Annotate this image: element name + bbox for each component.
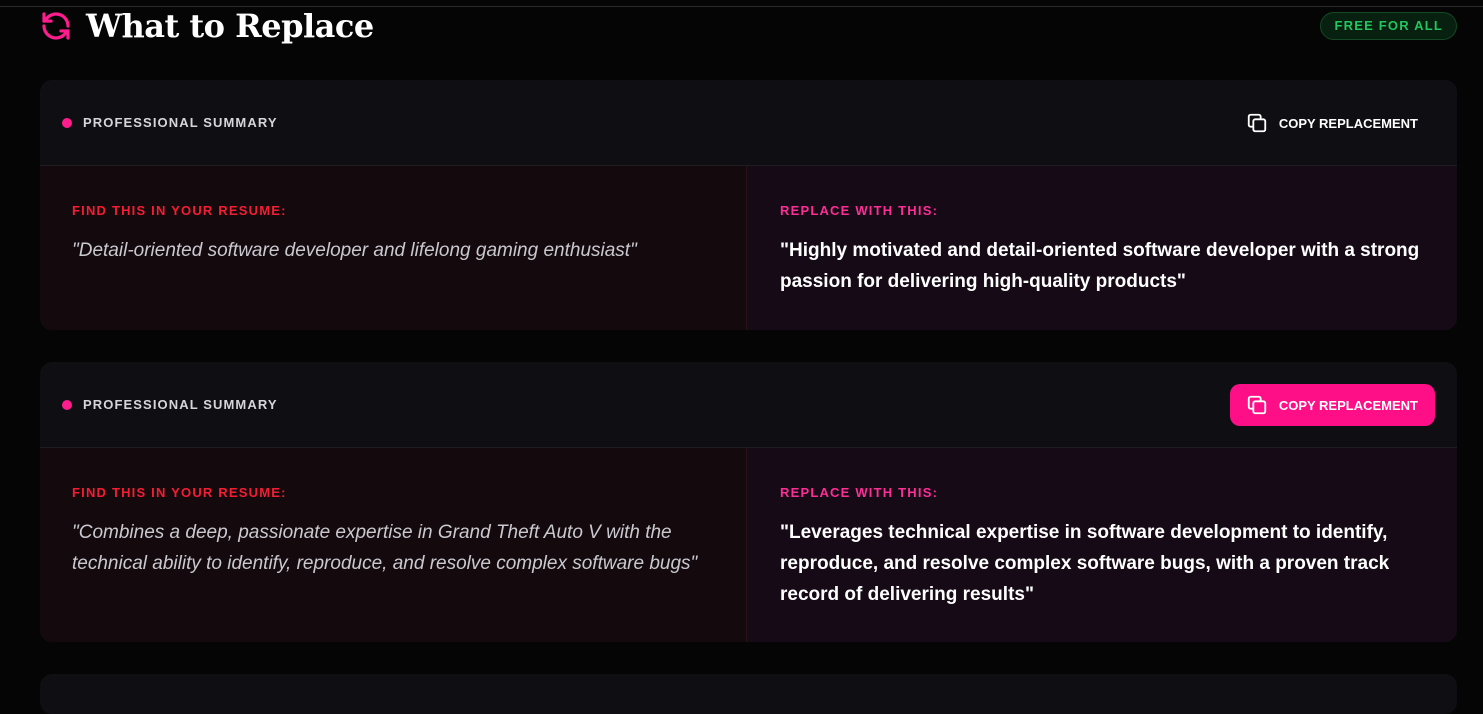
find-text: "Detail-oriented software developer and … <box>72 240 637 261</box>
replacement-card-partial <box>40 674 1457 714</box>
free-badge: FREE FOR ALL <box>1320 12 1457 40</box>
copy-icon <box>1247 113 1266 133</box>
replacement-card: PROFESSIONAL SUMMARY COPY REPLACEMENT FI… <box>40 362 1457 642</box>
copy-icon <box>1247 395 1266 415</box>
replace-text[interactable]: "Highly motivated and detail-oriented so… <box>780 235 1423 297</box>
section-dot <box>62 400 72 410</box>
refresh-icon <box>42 12 70 40</box>
find-column: FIND THIS IN YOUR RESUME: "Combines a de… <box>40 448 747 642</box>
section-label: PROFESSIONAL SUMMARY <box>83 115 278 130</box>
section-dot <box>62 118 72 128</box>
find-column: FIND THIS IN YOUR RESUME: "Detail-orient… <box>40 166 747 330</box>
replacement-card: PROFESSIONAL SUMMARY COPY REPLACEMENT FI… <box>40 80 1457 330</box>
page-title: What to Replace <box>86 7 374 45</box>
find-text: "Combines a deep, passionate expertise i… <box>72 522 698 574</box>
replace-label: REPLACE WITH THIS: <box>780 203 939 218</box>
replace-text[interactable]: "Leverages technical expertise in softwa… <box>780 517 1423 610</box>
replace-column: REPLACE WITH THIS: "Leverages technical … <box>747 448 1457 642</box>
copy-replacement-label: COPY REPLACEMENT <box>1278 115 1418 131</box>
card-body: FIND THIS IN YOUR RESUME: "Detail-orient… <box>40 166 1457 330</box>
section-header: What to Replace FREE FOR ALL <box>40 0 1457 56</box>
copy-replacement-button[interactable]: COPY REPLACEMENT <box>1229 384 1435 426</box>
replace-label: REPLACE WITH THIS: <box>780 485 939 500</box>
section-label: PROFESSIONAL SUMMARY <box>83 397 278 412</box>
card-body: FIND THIS IN YOUR RESUME: "Combines a de… <box>40 448 1457 642</box>
find-label: FIND THIS IN YOUR RESUME: <box>72 485 287 500</box>
find-label: FIND THIS IN YOUR RESUME: <box>72 203 287 218</box>
copy-replacement-label: COPY REPLACEMENT <box>1278 397 1418 413</box>
card-header: PROFESSIONAL SUMMARY COPY REPLACEMENT <box>40 362 1457 448</box>
copy-replacement-button[interactable]: COPY REPLACEMENT <box>1230 102 1435 144</box>
card-header: PROFESSIONAL SUMMARY COPY REPLACEMENT <box>40 80 1457 166</box>
replace-column: REPLACE WITH THIS: "Highly motivated and… <box>747 166 1457 330</box>
